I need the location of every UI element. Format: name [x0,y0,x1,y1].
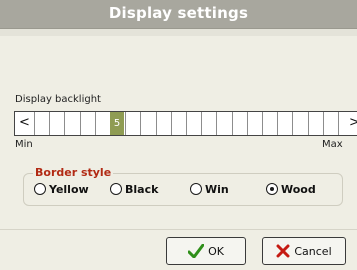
slider-segment-divider [323,112,324,135]
cancel-label: Cancel [294,244,332,258]
slider-thumb[interactable]: 5 [110,112,124,135]
radio-wood[interactable]: Wood [266,181,316,197]
display-settings-dialog: Display settings Display backlight < > 5… [0,0,357,270]
slider-segment-divider [80,112,81,135]
border-style-legend: Border style [33,166,114,179]
radio-button-icon[interactable] [190,183,202,195]
slider-segment-divider [49,112,50,135]
slider-segment-divider [308,112,309,135]
slider-segment-divider [186,112,187,135]
slider-segment-divider [95,112,96,135]
slider-min-label: Min [15,139,33,150]
cancel-button[interactable]: Cancel [262,237,346,265]
slider-segment-divider [262,112,263,135]
radio-label: Yellow [49,182,89,196]
x-icon [276,244,290,258]
slider-segment-divider [232,112,233,135]
radio-label: Wood [281,182,316,196]
slider-segment-divider [247,112,248,135]
radio-selected-dot [270,187,274,191]
radio-label: Black [125,182,159,196]
backlight-slider[interactable]: < > 5 [14,111,357,136]
title-bar: Display settings [0,0,357,29]
radio-button-icon[interactable] [266,183,278,195]
radio-button-icon[interactable] [34,183,46,195]
slider-segment-divider [216,112,217,135]
backlight-label: Display backlight [15,94,101,105]
slider-segment-divider [34,112,35,135]
slider-segment-divider [156,112,157,135]
slider-segment-divider [64,112,65,135]
slider-segment-divider [201,112,202,135]
slider-segment-divider [338,112,339,135]
slider-segment-divider [277,112,278,135]
slider-decrease-arrow[interactable]: < [19,115,30,130]
check-icon [188,244,205,258]
button-divider [0,229,357,230]
slider-max-label: Max [322,139,343,150]
radio-button-icon[interactable] [110,183,122,195]
ok-label: OK [208,244,224,258]
radio-yellow[interactable]: Yellow [34,181,89,197]
slider-segment-divider [171,112,172,135]
radio-black[interactable]: Black [110,181,158,197]
radio-label: Win [205,182,229,196]
slider-segment-divider [125,112,126,135]
dialog-title: Display settings [108,4,249,22]
ok-button[interactable]: OK [166,237,246,265]
slider-segment-divider [140,112,141,135]
radio-win[interactable]: Win [190,181,229,197]
slider-increase-arrow[interactable]: > [349,115,357,130]
slider-segment-divider [292,112,293,135]
title-shadow-band [0,29,357,36]
